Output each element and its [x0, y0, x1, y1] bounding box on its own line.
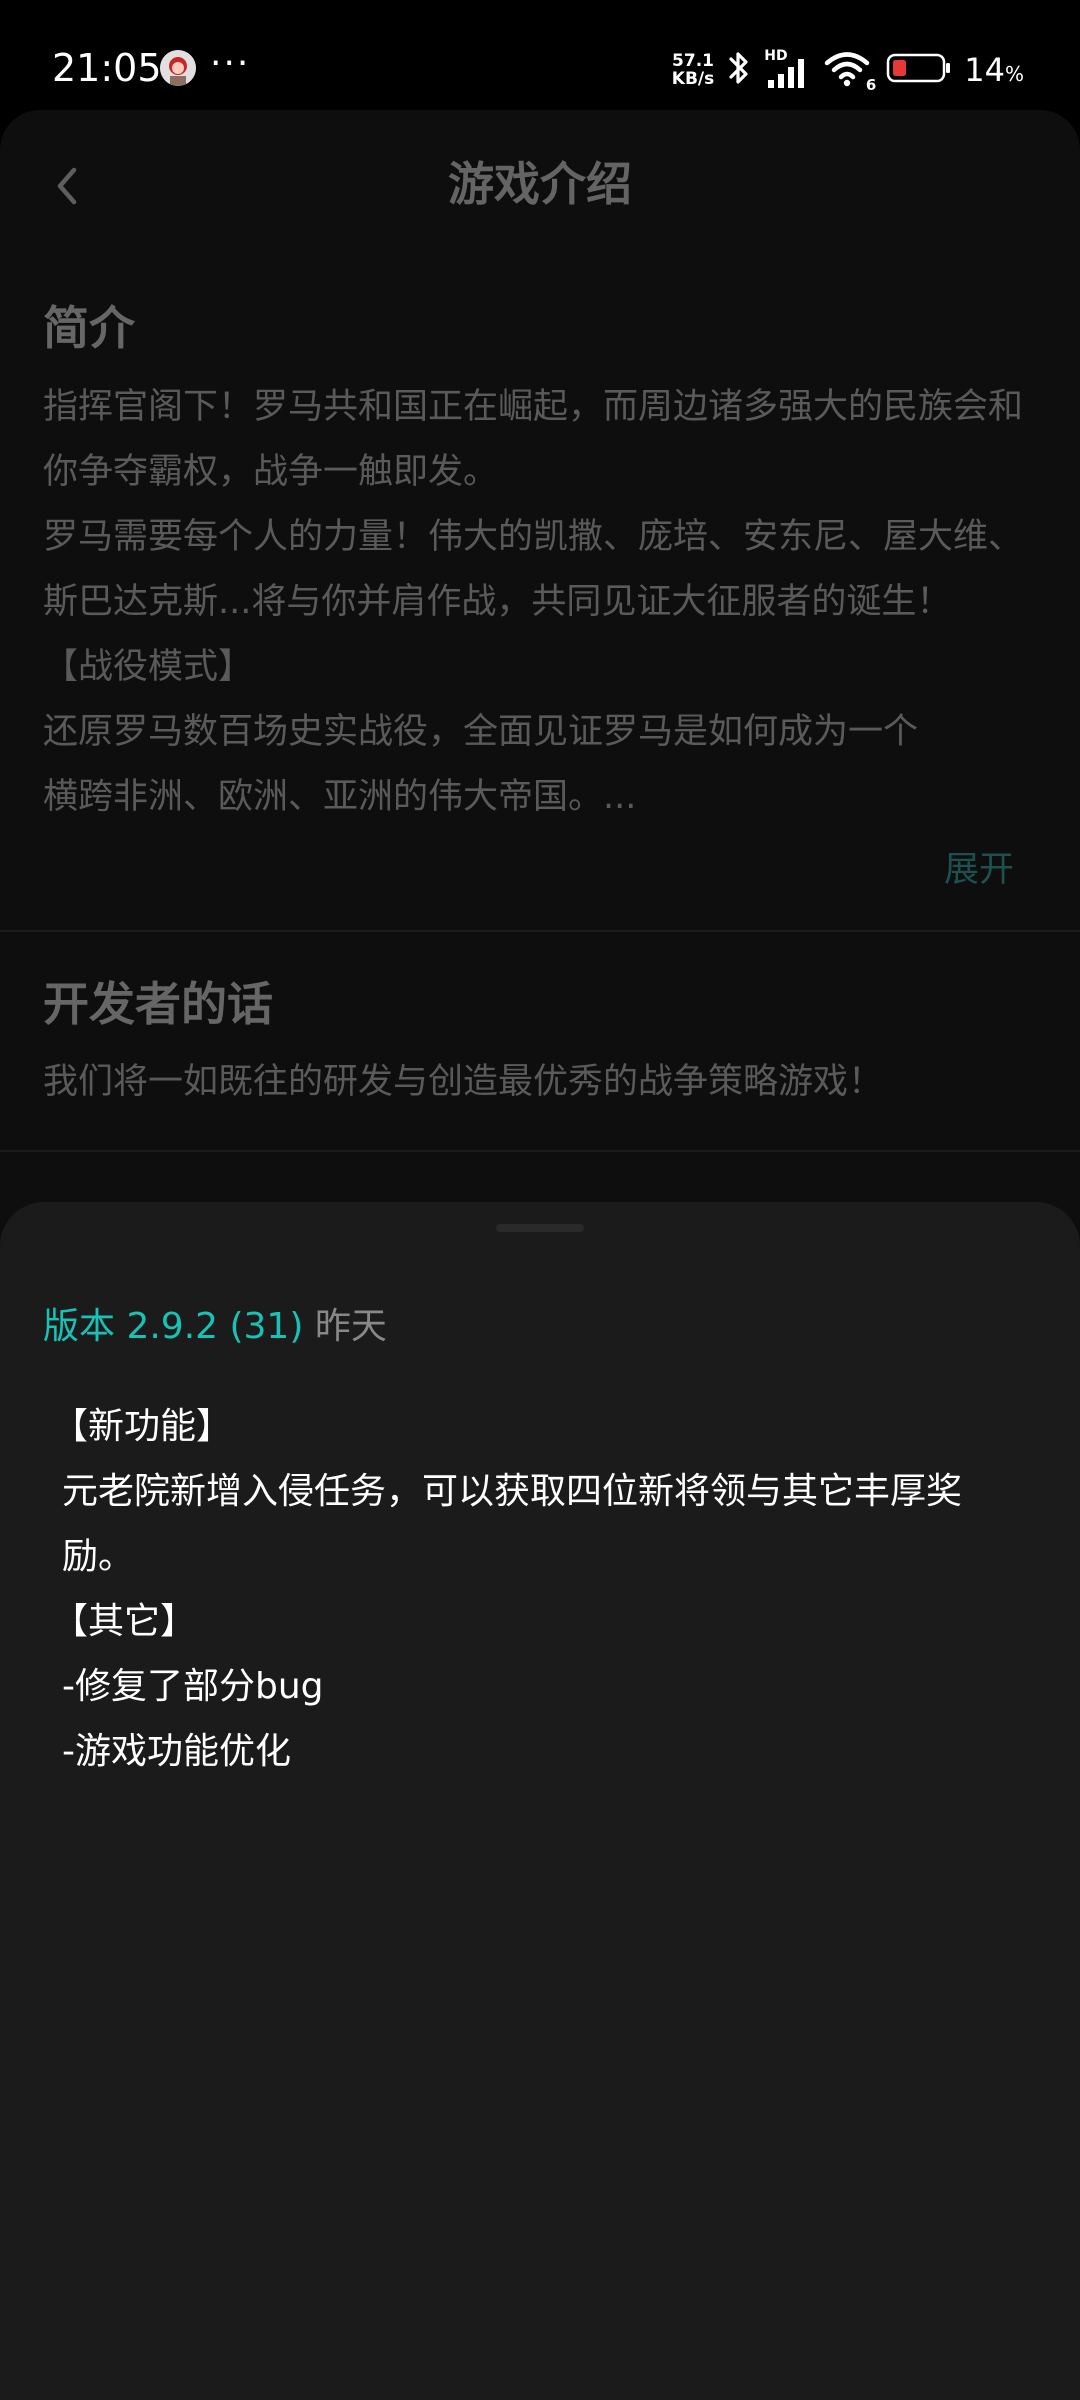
- intro-text: 指挥官阁下！罗马共和国正在崛起，而周边诸多强大的民族会和你争夺霸权，战争一触即发…: [43, 375, 1038, 830]
- notification-avatar-icon: [160, 50, 196, 86]
- version-bottom-sheet[interactable]: 版本 2.9.2 (31) 昨天 【新功能】 元老院新增入侵任务，可以获取四位新…: [0, 1202, 1080, 2400]
- intro-paragraph: 还原罗马数百场史实战役，全面见证罗马是如何成为一个横跨非洲、欧洲、亚洲的伟大帝国…: [43, 712, 919, 817]
- changelog-line: 【其它】: [52, 1601, 197, 1642]
- changelog-line: 元老院新增入侵任务，可以获取四位新将领与其它丰厚奖励。: [62, 1471, 963, 1577]
- status-bar: 21:05 ··· 57.1 KB/s HD 6 14 %: [0, 0, 1080, 110]
- version-label: 版本 2.9.2 (31): [43, 1306, 304, 1347]
- changelog: 【新功能】 元老院新增入侵任务，可以获取四位新将领与其它丰厚奖励。 【其它】 -…: [52, 1394, 1022, 1784]
- version-date: 昨天: [314, 1306, 387, 1347]
- changelog-line: 【新功能】: [52, 1406, 233, 1447]
- status-time: 21:05: [52, 46, 162, 90]
- network-speed-unit: KB/s: [671, 69, 715, 89]
- drag-handle[interactable]: [496, 1224, 584, 1232]
- network-speed: 57.1 KB/s: [672, 52, 714, 88]
- intro-paragraph: 罗马需要每个人的力量！伟大的凯撒、庞培、安东尼、屋大维、斯巴达克斯...将与你并…: [43, 517, 1024, 622]
- battery-percentage: 14%: [964, 51, 1024, 89]
- bluetooth-icon: [726, 48, 752, 92]
- battery-percent-unit: %: [1004, 62, 1024, 86]
- intro-paragraph: 指挥官阁下！罗马共和国正在崛起，而周边诸多强大的民族会和你争夺霸权，战争一触即发…: [43, 387, 1024, 492]
- more-notifications-icon: ···: [210, 43, 251, 84]
- expand-button[interactable]: 展开: [944, 838, 1014, 903]
- changelog-line: -游戏功能优化: [62, 1731, 291, 1772]
- intro-heading: 简介: [43, 301, 135, 355]
- battery-percent-value: 14: [964, 51, 1005, 89]
- status-icons: 57.1 KB/s HD 6 14 %: [672, 40, 1024, 100]
- cellular-signal-icon: HD: [764, 48, 812, 90]
- network-speed-value: 57.1: [672, 51, 714, 71]
- developer-heading: 开发者的话: [43, 977, 273, 1031]
- divider: [0, 930, 1080, 932]
- intro-paragraph: 【战役模式】: [43, 647, 254, 687]
- changelog-line: -修复了部分bug: [62, 1666, 324, 1707]
- developer-text: 我们将一如既往的研发与创造最优秀的战争策略游戏！: [43, 1062, 884, 1102]
- wifi-icon: 6: [824, 50, 876, 94]
- page-title: 游戏介绍: [448, 157, 632, 211]
- wifi-6-badge: 6: [865, 76, 877, 94]
- battery-icon: [886, 52, 952, 88]
- divider: [0, 1150, 1080, 1152]
- version-header: 版本 2.9.2 (31) 昨天: [43, 1302, 387, 1352]
